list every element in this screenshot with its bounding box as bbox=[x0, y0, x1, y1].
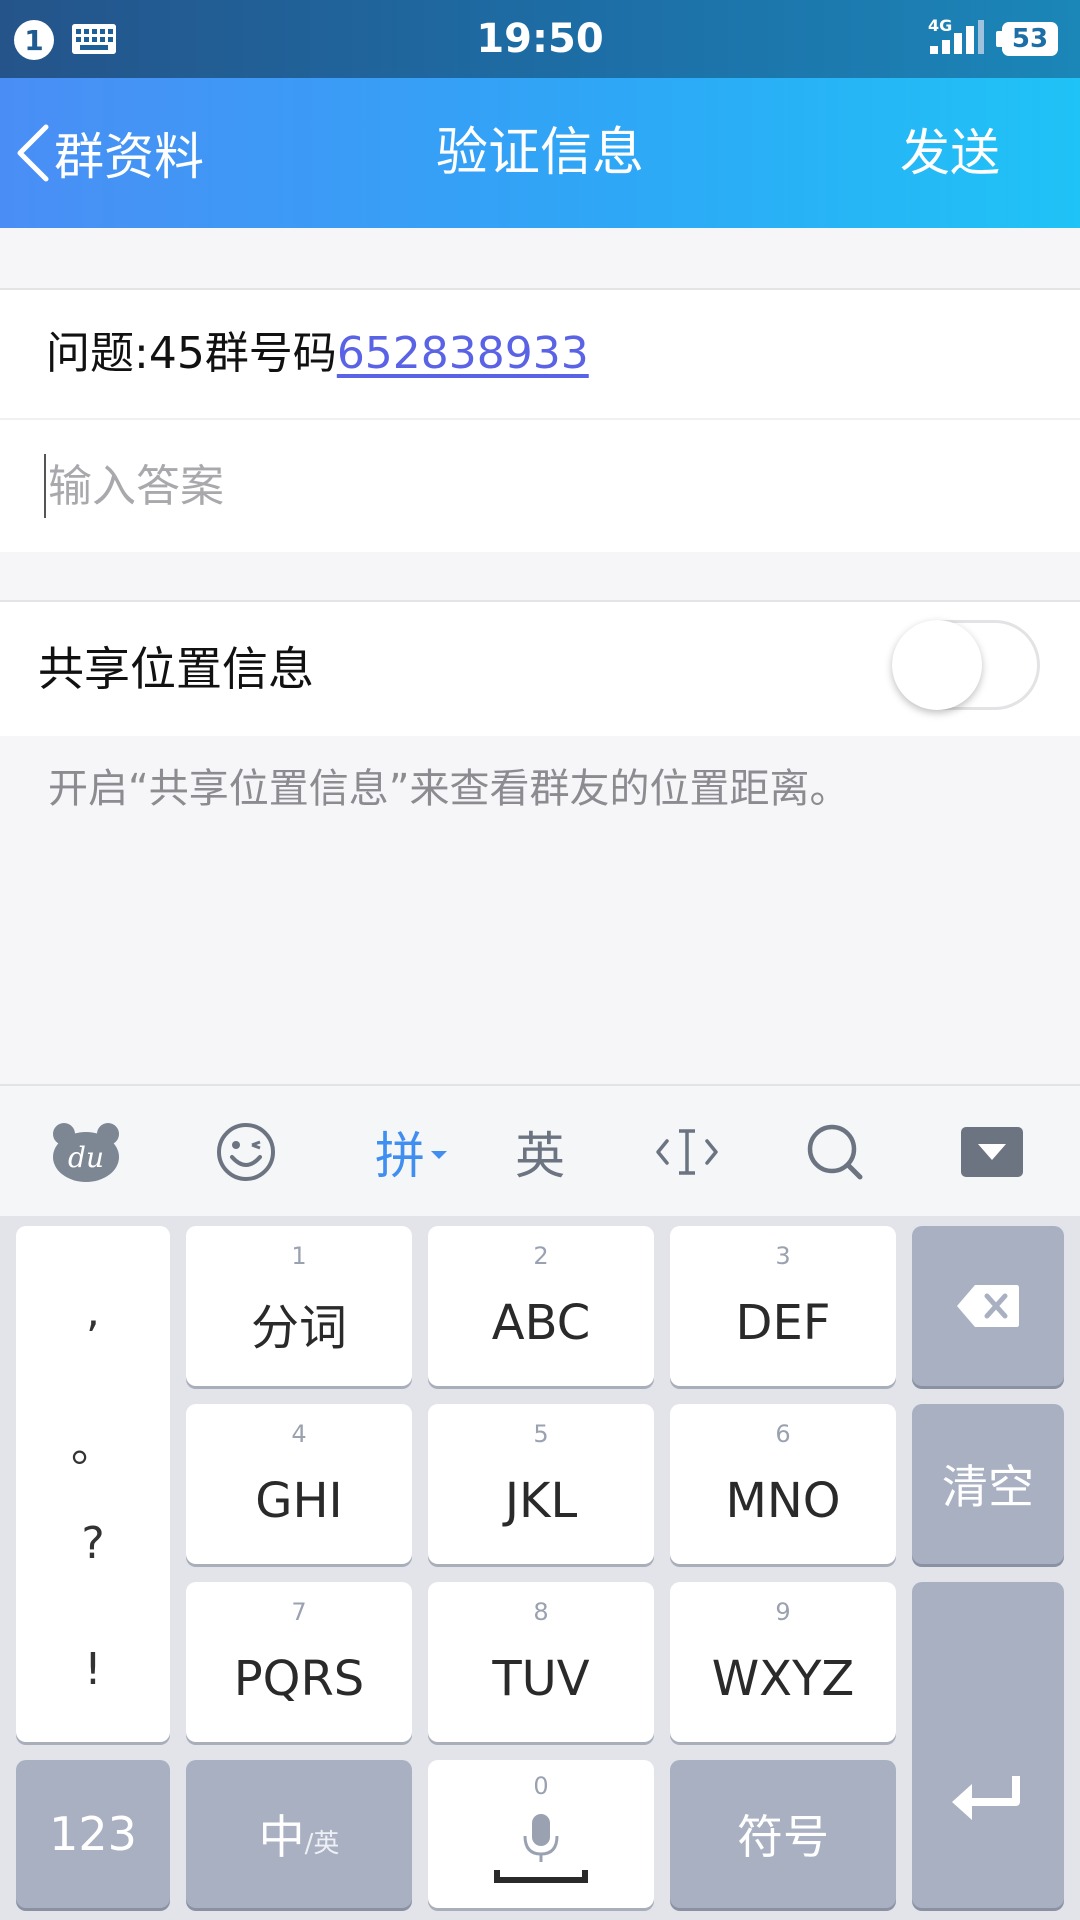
symbols-label: 符号 bbox=[737, 1810, 829, 1864]
toggle-knob[interactable] bbox=[892, 620, 982, 710]
page-title: 验证信息 bbox=[435, 123, 644, 183]
hide-keyboard-button[interactable] bbox=[952, 1086, 1032, 1218]
key-label: WXYZ bbox=[711, 1651, 855, 1707]
status-time: 19:50 bbox=[476, 16, 604, 62]
key-number: 1 bbox=[291, 1242, 307, 1270]
key-number: 3 bbox=[775, 1242, 791, 1270]
punct-exclaim[interactable]: ! bbox=[16, 1644, 170, 1695]
punct-question[interactable]: ? bbox=[16, 1518, 170, 1569]
key-number: 7 bbox=[291, 1598, 307, 1626]
dropdown-triangle-icon bbox=[431, 1151, 447, 1159]
symbols-key[interactable]: 符号 bbox=[670, 1760, 896, 1908]
smiley-icon bbox=[217, 1123, 275, 1181]
key-1[interactable]: 1 分词 bbox=[186, 1226, 412, 1386]
back-button[interactable]: 群资料 bbox=[14, 78, 204, 228]
send-button[interactable]: 发送 bbox=[900, 78, 1000, 228]
numbers-key[interactable]: 123 bbox=[16, 1760, 170, 1908]
question-text: 问题:45群号码652838933 bbox=[46, 290, 589, 418]
pinyin-label: 拼 bbox=[375, 1127, 425, 1185]
battery-indicator: 53 bbox=[1002, 22, 1058, 56]
nav-header: 群资料 验证信息 发送 bbox=[0, 78, 1080, 228]
collapse-keyboard-icon bbox=[961, 1127, 1023, 1177]
key-number: 8 bbox=[533, 1598, 549, 1626]
key-label: JKL bbox=[504, 1473, 578, 1529]
backspace-key[interactable] bbox=[912, 1226, 1064, 1386]
key-label: DEF bbox=[735, 1295, 831, 1351]
du-bear-icon: du bbox=[53, 1123, 119, 1182]
lang-sub-label: /英 bbox=[304, 1828, 340, 1859]
keyboard-toolbar: du 拼 英 bbox=[0, 1084, 1080, 1218]
share-location-label: 共享位置信息 bbox=[38, 642, 314, 696]
emoji-button[interactable] bbox=[206, 1086, 286, 1218]
clear-label: 清空 bbox=[942, 1460, 1034, 1514]
key-label: MNO bbox=[725, 1473, 841, 1529]
backspace-icon bbox=[957, 1285, 1019, 1327]
space-key[interactable]: 0 bbox=[428, 1760, 654, 1908]
key-number: 5 bbox=[533, 1420, 549, 1448]
numbers-label: 123 bbox=[49, 1807, 137, 1861]
language-switch-key[interactable]: 中 /英 bbox=[186, 1760, 412, 1908]
chevron-left-icon bbox=[17, 124, 49, 182]
key-7[interactable]: 7 PQRS bbox=[186, 1582, 412, 1742]
key-3[interactable]: 3 DEF bbox=[670, 1226, 896, 1386]
lang-main-label: 中 bbox=[258, 1810, 305, 1864]
key-number: 2 bbox=[533, 1242, 549, 1270]
clear-key[interactable]: 清空 bbox=[912, 1404, 1064, 1564]
key-6[interactable]: 6 MNO bbox=[670, 1404, 896, 1564]
cursor-move-button[interactable] bbox=[647, 1086, 727, 1218]
english-mode-button[interactable]: 英 bbox=[500, 1086, 580, 1218]
svg-text:du: du bbox=[68, 1141, 104, 1174]
key-4[interactable]: 4 GHI bbox=[186, 1404, 412, 1564]
key-2[interactable]: 2 ABC bbox=[428, 1226, 654, 1386]
back-label: 群资料 bbox=[54, 128, 204, 186]
baidu-du-button[interactable]: du bbox=[46, 1086, 126, 1218]
keyboard-icon bbox=[72, 24, 116, 54]
text-caret bbox=[44, 454, 46, 518]
enter-arrow-icon bbox=[952, 1776, 1020, 1820]
question-row: 问题:45群号码652838933 bbox=[0, 290, 1080, 418]
text-cursor-icon bbox=[656, 1129, 718, 1175]
notification-badge: 1 bbox=[14, 20, 54, 60]
punctuation-key[interactable]: , 。 ? ! bbox=[16, 1226, 170, 1742]
search-icon bbox=[807, 1124, 863, 1180]
search-button[interactable] bbox=[795, 1086, 875, 1218]
group-number-link[interactable]: 652838933 bbox=[337, 328, 589, 379]
question-prefix: 问题:45群号码 bbox=[46, 328, 337, 379]
key-label: PQRS bbox=[233, 1651, 365, 1707]
key-number: 6 bbox=[775, 1420, 791, 1448]
share-location-hint: 开启“共享位置信息”来查看群友的位置距离。 bbox=[48, 766, 850, 812]
answer-input[interactable] bbox=[44, 444, 1038, 528]
key-label: ABC bbox=[491, 1295, 591, 1351]
key-number: 4 bbox=[291, 1420, 307, 1448]
signal-icon bbox=[930, 20, 984, 54]
key-number: 0 bbox=[533, 1772, 549, 1800]
key-label: GHI bbox=[255, 1473, 343, 1529]
pinyin-mode-button[interactable]: 拼 bbox=[362, 1086, 462, 1218]
key-9[interactable]: 9 WXYZ bbox=[670, 1582, 896, 1742]
punct-period[interactable]: 。 bbox=[16, 1410, 170, 1474]
key-8[interactable]: 8 TUV bbox=[428, 1582, 654, 1742]
microphone-space-icon bbox=[494, 1814, 588, 1883]
answer-row bbox=[0, 420, 1080, 552]
key-label: 分词 bbox=[250, 1300, 347, 1356]
key-label: TUV bbox=[492, 1651, 590, 1707]
key-5[interactable]: 5 JKL bbox=[428, 1404, 654, 1564]
english-label: 英 bbox=[515, 1127, 565, 1185]
enter-key[interactable] bbox=[912, 1582, 1064, 1908]
punct-comma[interactable]: , bbox=[16, 1286, 170, 1337]
key-number: 9 bbox=[775, 1598, 791, 1626]
status-bar: 1 19:50 4G 53 bbox=[0, 0, 1080, 78]
